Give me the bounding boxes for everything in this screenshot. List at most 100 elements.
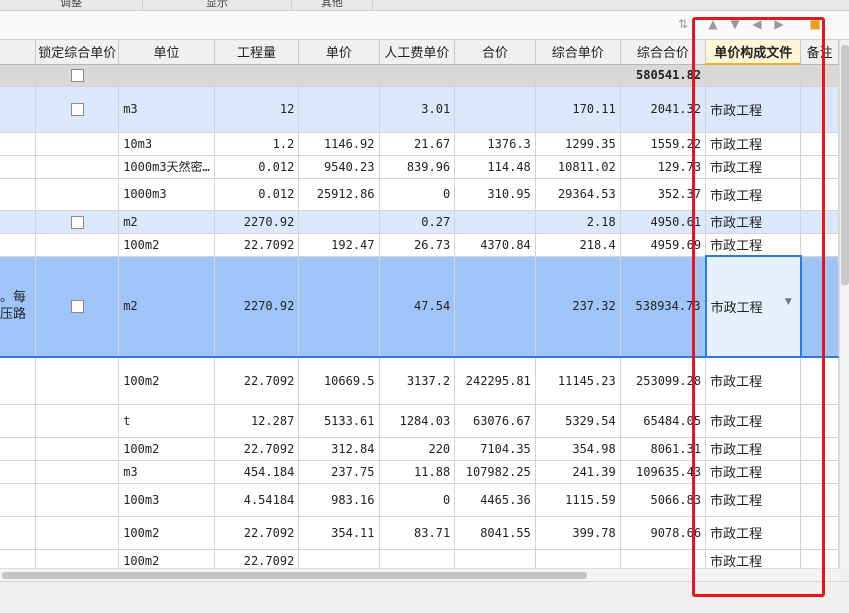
price-file-cell[interactable]: 市政工程 — [705, 132, 802, 156]
comp-price-cell[interactable]: 354.98 — [535, 437, 621, 461]
unit-price-cell[interactable]: 237.75 — [298, 460, 380, 484]
total-cell[interactable]: 63076.67 — [454, 404, 536, 438]
description-cell[interactable] — [0, 86, 37, 133]
comp-price-cell[interactable]: 170.11 — [535, 86, 621, 133]
table-row[interactable]: 1000m3天然密… 0.012 9540.23 839.96 114.48 10811.… — [0, 155, 839, 179]
quantity-cell[interactable]: 22.7092 — [214, 516, 300, 550]
quantity-cell[interactable]: 2270.92 — [214, 210, 300, 234]
remark-cell[interactable] — [800, 516, 839, 550]
col-comp-total[interactable]: 综合合价 — [620, 40, 707, 65]
price-file-cell[interactable]: 市政工程 — [705, 549, 802, 568]
remark-cell[interactable] — [800, 178, 839, 211]
price-file-cell[interactable]: 市政工程 — [705, 155, 802, 179]
total-cell[interactable]: 8041.55 — [454, 516, 536, 550]
unit-price-cell[interactable]: 192.47 — [298, 233, 380, 257]
quantity-cell[interactable]: 12.287 — [214, 404, 300, 438]
quantity-cell[interactable]: 22.7092 — [214, 437, 300, 461]
col-total[interactable]: 合价 — [454, 40, 536, 65]
comp-price-cell[interactable]: 2.18 — [535, 210, 621, 234]
description-cell[interactable] — [0, 357, 37, 405]
quantity-cell[interactable]: 22.7092 — [214, 357, 300, 405]
unit-cell[interactable]: 10m3 — [118, 132, 215, 156]
unit-cell[interactable]: t — [118, 404, 215, 438]
labor-price-cell[interactable]: 26.73 — [379, 233, 456, 257]
unit-price-cell[interactable]: 10669.5 — [298, 357, 380, 405]
price-file-cell[interactable]: 市政工程 — [705, 357, 802, 405]
quantity-cell[interactable]: 4.54184 — [214, 483, 300, 517]
labor-price-cell[interactable]: 839.96 — [379, 155, 456, 179]
vertical-scrollbar[interactable] — [839, 40, 849, 568]
quantity-cell[interactable]: 1.2 — [214, 132, 300, 156]
unit-cell[interactable]: 100m3 — [118, 483, 215, 517]
price-file-cell[interactable]: 市政工程 — [705, 233, 802, 257]
table-row[interactable]: 10m3 1.2 1146.92 21.67 1376.3 1299.35 1559.22 市… — [0, 132, 839, 156]
total-cell[interactable]: 7104.35 — [454, 437, 536, 461]
quantity-cell[interactable]: 22.7092 — [214, 233, 300, 257]
unit-cell[interactable]: 100m2 — [118, 516, 215, 550]
unit-price-cell[interactable]: 5133.61 — [298, 404, 380, 438]
unit-cell[interactable]: m2 — [118, 256, 215, 358]
description-cell[interactable] — [0, 155, 37, 179]
quantity-cell[interactable]: 2270.92 — [214, 256, 300, 358]
comp-price-cell[interactable]: 5329.54 — [535, 404, 621, 438]
unit-price-cell[interactable]: 9540.23 — [298, 155, 380, 179]
labor-price-cell[interactable] — [379, 549, 456, 568]
comp-price-cell[interactable] — [535, 549, 621, 568]
unit-cell[interactable]: m2 — [118, 210, 215, 234]
quantity-cell[interactable]: 22.7092 — [214, 549, 300, 568]
total-cell[interactable]: 107982.25 — [454, 460, 536, 484]
table-row[interactable]: 100m2 22.7092 354.11 83.71 8041.55 399.78 9078… — [0, 516, 839, 550]
labor-price-cell[interactable]: 220 — [379, 437, 456, 461]
comp-price-cell[interactable]: 10811.02 — [535, 155, 621, 179]
comp-price-cell[interactable]: 399.78 — [535, 516, 621, 550]
labor-price-cell[interactable]: 0.27 — [379, 210, 456, 234]
description-cell[interactable] — [0, 460, 37, 484]
comp-total-cell[interactable]: 4959.69 — [620, 233, 707, 257]
unit-price-cell[interactable] — [298, 210, 380, 234]
total-cell[interactable]: 114.48 — [454, 155, 536, 179]
comp-price-cell[interactable]: 218.4 — [535, 233, 621, 257]
table-row[interactable]: 100m2 22.7092 市政工程 — [0, 549, 839, 568]
unit-price-cell[interactable]: 1146.92 — [298, 132, 380, 156]
unit-price-cell[interactable] — [298, 256, 380, 358]
table-row[interactable]: m3 454.184 237.75 11.88 107982.25 241.39 10963… — [0, 460, 839, 484]
move-up-icon[interactable]: ▲ — [706, 17, 720, 31]
price-file-cell[interactable]: 市政工程 ▼ — [704, 255, 802, 358]
comp-total-cell[interactable]: 9078.66 — [620, 516, 707, 550]
description-cell[interactable] — [0, 210, 37, 234]
horizontal-scroll-thumb[interactable] — [2, 572, 587, 579]
price-file-cell[interactable]: 市政工程 — [705, 210, 802, 234]
labor-price-cell[interactable]: 47.54 — [379, 256, 456, 358]
remark-cell[interactable] — [800, 256, 839, 358]
total-cell[interactable]: 1376.3 — [454, 132, 536, 156]
remark-cell[interactable] — [800, 132, 839, 156]
description-cell[interactable] — [0, 516, 37, 550]
unit-cell[interactable]: 100m2 — [118, 357, 215, 405]
comp-total-cell[interactable]: 4950.61 — [620, 210, 707, 234]
labor-price-cell[interactable]: 11.88 — [379, 460, 456, 484]
remark-cell[interactable] — [800, 86, 839, 133]
unit-cell[interactable]: 1000m3 — [118, 178, 215, 211]
unit-price-cell[interactable]: 312.84 — [298, 437, 380, 461]
price-file-cell[interactable]: 市政工程 — [705, 460, 802, 484]
lock-checkbox[interactable] — [70, 300, 84, 314]
description-cell[interactable] — [0, 178, 37, 211]
comp-total-cell[interactable] — [620, 549, 707, 568]
description-cell[interactable] — [0, 549, 37, 568]
description-cell[interactable] — [0, 132, 37, 156]
summary-row[interactable]: 580541.82 — [0, 64, 839, 87]
price-file-cell[interactable]: 市政工程 — [705, 404, 802, 438]
remark-cell[interactable] — [800, 357, 839, 405]
remark-cell[interactable] — [800, 460, 839, 484]
col-comp-price[interactable]: 综合单价 — [535, 40, 621, 65]
total-cell[interactable] — [454, 256, 536, 358]
arrow-right-icon[interactable]: ▶ — [772, 17, 786, 31]
move-down-icon[interactable]: ▼ — [728, 17, 742, 31]
price-file-cell[interactable]: 市政工程 — [705, 483, 802, 517]
description-cell[interactable] — [0, 437, 37, 461]
remark-cell[interactable] — [800, 483, 839, 517]
lock-checkbox[interactable] — [70, 103, 84, 116]
lock-checkbox[interactable] — [70, 215, 84, 229]
comp-total-cell[interactable]: 109635.43 — [620, 460, 707, 484]
table-row[interactable]: m3 12 3.01 170.11 2041.32 市政工程 — [0, 86, 839, 133]
